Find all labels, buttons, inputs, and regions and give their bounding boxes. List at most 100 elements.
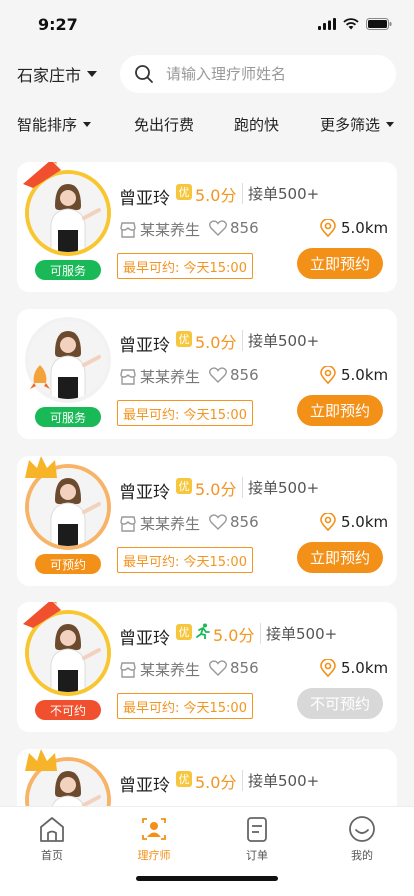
therapist-name: 曾亚玲 — [119, 629, 170, 649]
shop-icon — [120, 515, 136, 532]
filter-free-travel[interactable]: 免出行费 — [134, 108, 194, 140]
likes-count: 856 — [230, 513, 259, 531]
book-now-button[interactable]: 立即预约 — [297, 248, 383, 279]
signal-icon — [318, 18, 336, 30]
city-selector[interactable]: 石家庄市 — [17, 62, 98, 86]
distance-info: 5.0km — [320, 659, 388, 677]
order-count: 接单500+ — [242, 183, 319, 204]
earliest-available: 最早可约: 今天15:00 — [117, 547, 253, 573]
location-pin-icon — [320, 219, 336, 237]
likes-info[interactable]: 856 — [209, 219, 259, 237]
shop-icon — [120, 368, 136, 385]
therapist-card[interactable]: 可预约 曾亚玲优 5.0分 接单500+ 某某养生 856 5.0km 最早可约: 今天15:… — [17, 456, 397, 586]
earliest-available: 最早可约: 今天15:00 — [117, 253, 253, 279]
book-now-button[interactable]: 立即预约 — [297, 395, 383, 426]
excellent-badge: 优 — [176, 184, 192, 200]
location-pin-icon — [320, 366, 336, 384]
likes-info[interactable]: 856 — [209, 659, 259, 677]
excellent-badge: 优 — [176, 624, 192, 640]
order-count: 接单500+ — [242, 477, 319, 498]
crown-badge — [25, 749, 57, 771]
distance-info: 5.0km — [320, 366, 388, 384]
heart-icon — [209, 514, 227, 530]
likes-info[interactable]: 856 — [209, 366, 259, 384]
tab-label: 理疗师 — [137, 849, 171, 862]
tab-orders[interactable]: 订单 — [222, 815, 292, 863]
filter-row: 智能排序 免出行费 跑的快 更多筛选 — [0, 108, 414, 140]
shop-icon — [120, 221, 136, 238]
therapist-name: 曾亚玲 — [119, 189, 170, 209]
rating-score: 5.0分 — [195, 333, 237, 352]
therapist-card[interactable]: 可服务 曾亚玲优 5.0分 接单500+ 某某养生 856 5.0km 最早可约: 今天15:… — [17, 309, 397, 439]
city-label: 石家庄市 — [17, 66, 82, 85]
therapist-name: 曾亚玲 — [119, 483, 170, 503]
shop-name: 某某养生 — [140, 661, 201, 679]
availability-badge: 可服务 — [35, 407, 101, 427]
shop-icon — [120, 661, 136, 678]
search-input[interactable] — [166, 65, 376, 83]
therapist-name: 曾亚玲 — [119, 336, 170, 356]
filter-label: 免出行费 — [134, 115, 195, 134]
filter-more[interactable]: 更多筛选 — [320, 108, 395, 140]
tab-label: 首页 — [41, 849, 63, 862]
heart-icon — [209, 220, 227, 236]
status-bar: 9:27 — [0, 0, 414, 48]
search-bar[interactable] — [120, 55, 396, 93]
wifi-icon — [343, 18, 359, 30]
caret-down-icon — [386, 121, 395, 127]
top-row: 石家庄市 — [0, 54, 414, 94]
availability-badge: 不可约 — [35, 700, 101, 720]
home-icon — [40, 817, 64, 842]
battery-icon — [366, 18, 392, 30]
unavailable-button: 不可预约 — [297, 688, 383, 719]
excellent-badge: 优 — [176, 478, 192, 494]
distance-value: 5.0km — [341, 366, 389, 384]
location-pin-icon — [320, 659, 336, 677]
therapist-card[interactable]: 不可约 曾亚玲优 5.0分 接单500+ 某某养生 856 5.0km 最早可约: 今天15:… — [17, 602, 397, 732]
tab-profile[interactable]: 我的 — [327, 815, 397, 863]
filter-label: 跑的快 — [234, 115, 280, 134]
shop-info: 某某养生 — [119, 513, 200, 534]
therapist-name: 曾亚玲 — [119, 776, 170, 796]
shop-info: 某某养生 — [119, 366, 200, 387]
tab-bar: 首页 理疗师 订单 我的 — [0, 806, 414, 896]
therapist-card[interactable]: 可服务 曾亚玲优 5.0分 接单500+ 某某养生 856 5.0km 最早可约: 今天15:… — [17, 162, 397, 292]
filter-smart-sort[interactable]: 智能排序 — [17, 108, 92, 140]
distance-info: 5.0km — [320, 513, 388, 531]
therapist-icon — [142, 818, 166, 840]
distance-value: 5.0km — [341, 659, 389, 677]
filter-fast[interactable]: 跑的快 — [234, 108, 279, 140]
excellent-badge: 优 — [176, 771, 192, 787]
shop-info: 某某养生 — [119, 659, 200, 680]
excellent-badge: 优 — [176, 331, 192, 347]
tab-therapist[interactable]: 理疗师 — [119, 815, 189, 863]
likes-count: 856 — [230, 659, 259, 677]
profile-icon — [349, 816, 375, 842]
status-time: 9:27 — [38, 14, 78, 34]
filter-label: 更多筛选 — [320, 115, 381, 134]
distance-info: 5.0km — [320, 219, 388, 237]
distance-value: 5.0km — [341, 219, 389, 237]
rating-score: 5.0分 — [195, 186, 237, 205]
tab-label: 我的 — [351, 849, 373, 862]
rating-score: 5.0分 — [195, 773, 237, 792]
likes-count: 856 — [230, 366, 259, 384]
running-icon — [196, 623, 210, 639]
likes-info[interactable]: 856 — [209, 513, 259, 531]
heart-icon — [209, 660, 227, 676]
rocket-badge — [30, 365, 50, 389]
new-tag-badge — [23, 162, 61, 188]
crown-badge — [25, 456, 57, 478]
rating-score: 5.0分 — [213, 626, 255, 645]
book-now-button[interactable]: 立即预约 — [297, 542, 383, 573]
order-count: 接单500+ — [260, 623, 337, 644]
new-tag-badge — [23, 602, 61, 628]
order-count: 接单500+ — [242, 330, 319, 351]
availability-badge: 可预约 — [35, 554, 101, 574]
tab-label: 订单 — [246, 849, 268, 862]
heart-icon — [209, 367, 227, 383]
home-indicator — [136, 876, 278, 881]
shop-info: 某某养生 — [119, 219, 200, 240]
tab-home[interactable]: 首页 — [17, 815, 87, 863]
earliest-available: 最早可约: 今天15:00 — [117, 693, 253, 719]
